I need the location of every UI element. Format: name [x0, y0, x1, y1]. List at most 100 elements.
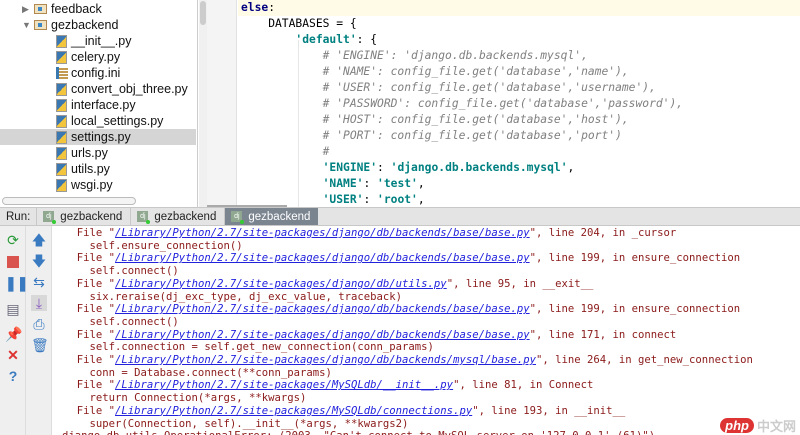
tree-item[interactable]: local_settings.py — [56, 113, 163, 129]
tree-vertical-scrollbar[interactable] — [199, 0, 207, 207]
console-text: ", line 95, in __exit__ — [446, 277, 594, 290]
console-actions-toolbar: 🡅 🡇 ⇆ ⤓ ⎙ 🗑 — [26, 226, 52, 435]
chevron-down-icon[interactable]: ▼ — [22, 17, 34, 33]
console-line: File "/Library/Python/2.7/site-packages/… — [64, 252, 740, 265]
python-file-icon — [56, 162, 67, 176]
tree-item[interactable]: celery.py — [56, 49, 120, 65]
tree-item[interactable]: __init__.py — [56, 33, 131, 49]
close-icon[interactable]: ✕ — [5, 347, 21, 363]
layout-icon[interactable]: ▤ — [5, 301, 21, 317]
code-token: # 'PORT': config_file.get('database','po… — [241, 129, 622, 142]
pin-icon[interactable]: 📌 — [5, 326, 22, 342]
editor-gutter — [207, 0, 237, 207]
tree-horizontal-scrollbar[interactable] — [2, 197, 136, 205]
down-arrow-icon[interactable]: 🡇 — [31, 253, 47, 269]
run-label: Run: — [6, 210, 31, 223]
console-text: File " — [64, 303, 116, 316]
console-text: six.reraise(dj_exc_type, dj_exc_value, t… — [64, 290, 403, 303]
stop-icon[interactable] — [5, 254, 21, 270]
code-token: , — [567, 161, 575, 174]
tree-item-label: feedback — [51, 2, 102, 16]
code-line: else: — [238, 0, 800, 16]
tree-item[interactable]: utils.py — [56, 161, 110, 177]
tree-item[interactable]: ▶ feedback — [22, 1, 102, 17]
tree-item-label: config.ini — [71, 66, 121, 80]
console-text: django.db.utils.OperationalError: (2003,… — [62, 430, 655, 435]
console-text: ", line 204, in _cursor — [529, 227, 677, 239]
file-link[interactable]: /Library/Python/2.7/site-packages/django… — [115, 303, 530, 315]
print-icon[interactable]: ⎙ — [31, 316, 47, 332]
tree-item[interactable]: convert_obj_three.py — [56, 81, 188, 97]
code-token: DATABASES = { — [241, 17, 357, 30]
file-link[interactable]: /Library/Python/2.7/site-packages/django… — [115, 354, 536, 366]
console-text: self.connect() — [64, 265, 179, 278]
up-arrow-icon[interactable]: 🡅 — [31, 232, 47, 248]
code-token: # 'NAME': config_file.get('database','na… — [241, 65, 629, 78]
file-link[interactable]: /Library/Python/2.7/site-packages/django… — [115, 252, 530, 264]
code-line: # 'NAME': config_file.get('database','na… — [241, 64, 629, 80]
tree-item[interactable]: config.ini — [56, 65, 120, 81]
tree-item-label: gezbackend — [51, 18, 119, 32]
run-tab[interactable]: dj gezbackend — [130, 208, 224, 225]
code-token: # 'ENGINE': 'django.db.backends.mysql', — [241, 49, 588, 62]
code-line: # 'USER': config_file.get('database','us… — [241, 80, 656, 96]
console-line: File "/Library/Python/2.7/site-packages/… — [64, 277, 594, 291]
chevron-right-icon[interactable]: ▶ — [22, 1, 34, 17]
code-token: # — [241, 145, 330, 158]
console-line: File "/Library/Python/2.7/site-packages/… — [64, 404, 626, 418]
run-tab-label: gezbackend — [60, 210, 123, 223]
console-text: File " — [64, 404, 116, 417]
tree-item[interactable]: urls.py — [56, 145, 108, 161]
code-token: 'USER' — [322, 193, 364, 206]
python-file-icon — [56, 82, 67, 96]
tree-item[interactable]: settings.py — [0, 129, 196, 145]
file-link[interactable]: /Library/Python/2.7/site-packages/MySQLd… — [115, 405, 472, 417]
console-text: File " — [64, 354, 116, 366]
run-toolbar: Run: dj gezbackend dj gezbackend dj gezbacken… — [0, 207, 800, 226]
console-line: return Connection(*args, **kwargs) — [64, 392, 307, 405]
code-token: , — [417, 193, 425, 206]
console-text: return Connection(*args, **kwargs) — [64, 392, 307, 405]
tree-item[interactable]: interface.py — [56, 97, 136, 113]
console-text: File " — [64, 252, 116, 265]
watermark-text: 中文网 — [756, 419, 796, 434]
file-link[interactable]: /Library/Python/2.7/site-packages/django… — [115, 329, 530, 341]
code-token: # 'PASSWORD': config_file.get('database'… — [241, 97, 684, 110]
console-line: File "/Library/Python/2.7/site-packages/… — [64, 354, 753, 367]
tree-item-label: settings.py — [71, 130, 131, 144]
python-file-icon — [56, 50, 67, 64]
tree-item-label: celery.py — [71, 50, 121, 64]
tree-item-label: wsgi.py — [71, 178, 113, 192]
console-output[interactable]: File "/Library/Python/2.7/site-packages/… — [52, 226, 800, 435]
tree-item[interactable]: ▼ gezbackend — [22, 17, 118, 33]
code-token: : — [363, 177, 378, 190]
code-line: 'default': { — [241, 32, 377, 48]
code-token: : { — [356, 33, 378, 46]
file-link[interactable]: /Library/Python/2.7/site-packages/django… — [115, 278, 447, 290]
file-link[interactable]: /Library/Python/2.7/site-packages/MySQLd… — [115, 379, 453, 391]
tree-item[interactable]: wsgi.py — [56, 177, 113, 193]
console-line: super(Connection, self).__init__(*args, … — [64, 418, 409, 431]
console-line: six.reraise(dj_exc_type, dj_exc_value, t… — [64, 290, 403, 304]
code-editor[interactable]: else: DATABASES = { 'default': { # 'ENGI… — [207, 0, 800, 207]
console-line: File "/Library/Python/2.7/site-packages/… — [64, 329, 677, 342]
rerun-icon[interactable]: ⟳ — [5, 232, 21, 248]
console-text: ", line 264, in get_new_connection — [535, 354, 753, 366]
soft-wrap-icon[interactable]: ⇆ — [31, 274, 47, 290]
console-text: self.ensure_connection() — [64, 239, 243, 252]
code-token: 'root' — [377, 193, 418, 206]
help-icon[interactable]: ? — [5, 368, 21, 384]
python-file-icon — [56, 146, 67, 160]
pause-icon[interactable]: ❚❚ — [5, 275, 28, 291]
file-link[interactable]: /Library/Python/2.7/site-packages/django… — [115, 227, 530, 239]
run-tab[interactable]: dj gezbackend — [36, 208, 130, 225]
scroll-to-end-icon[interactable]: ⤓ — [31, 295, 47, 311]
run-tab[interactable]: dj gezbackend — [224, 208, 319, 225]
code-line: # — [241, 144, 330, 160]
code-line: 'ENGINE': 'django.db.backends.mysql', — [241, 160, 575, 176]
trash-icon[interactable]: 🗑 — [31, 337, 49, 353]
python-file-icon — [56, 34, 67, 48]
console-line: conn = Database.connect(**conn_params) — [64, 367, 332, 380]
